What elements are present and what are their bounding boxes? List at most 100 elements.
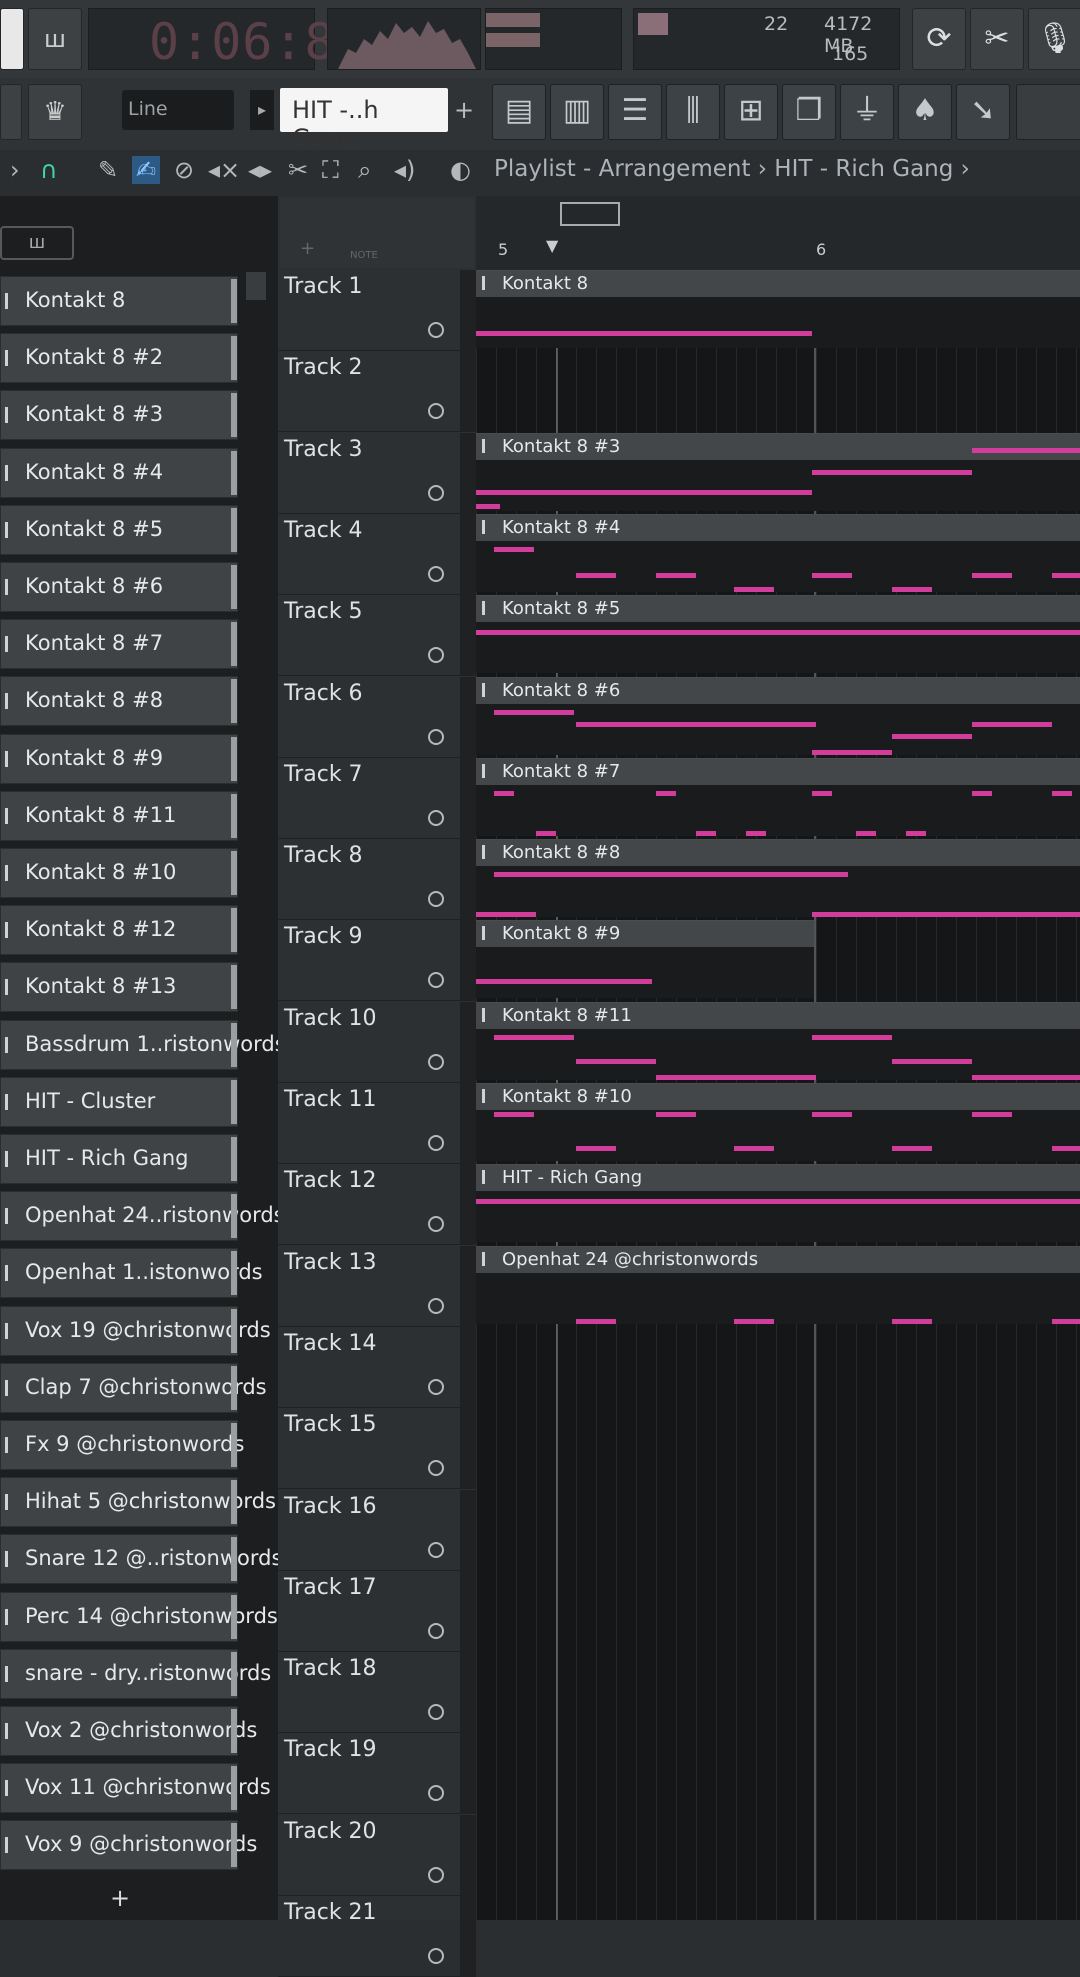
channel-selector[interactable] <box>231 1365 237 1410</box>
clip-header[interactable]: Kontakt 8 #10 <box>476 1084 1080 1110</box>
channel-27[interactable]: Vox 11 @christonwords <box>0 1763 271 1814</box>
channel-selector[interactable] <box>231 1766 237 1811</box>
track-header-14[interactable]: Track 14 <box>278 1326 476 1408</box>
pattern-clip[interactable]: Kontakt 8 #7 <box>476 757 1080 836</box>
pattern-clip[interactable]: Openhat 24 @christonwords <box>476 1245 1080 1324</box>
track-header-10[interactable]: Track 10 <box>278 1001 476 1083</box>
channel-selector[interactable] <box>231 1651 237 1696</box>
pattern-selector[interactable]: HIT -..h Gang <box>280 88 448 152</box>
channel-selector[interactable] <box>231 1480 237 1525</box>
export-icon[interactable]: ➘ <box>956 84 1010 140</box>
channel-selector[interactable] <box>231 336 237 381</box>
clip-header[interactable]: Kontakt 8 #6 <box>476 677 1080 704</box>
track-header-16[interactable]: Track 16 <box>278 1489 476 1571</box>
track-knob-icon[interactable] <box>428 809 444 826</box>
pattern-clip[interactable]: Kontakt 8 #4 <box>476 513 1080 592</box>
track-knob-icon[interactable] <box>428 1053 444 1070</box>
playlist-options-icon[interactable]: ◐ <box>450 156 471 184</box>
pencil-tool-icon[interactable]: ✎ <box>98 156 118 184</box>
track-header-9[interactable]: Track 9 <box>278 920 476 1002</box>
track-knob-icon[interactable] <box>428 647 444 664</box>
track-header-17[interactable]: Track 17 <box>278 1570 476 1652</box>
channel-selector[interactable] <box>231 851 237 895</box>
add-track-icon[interactable]: + <box>300 238 315 259</box>
plugin-icon[interactable]: ⏚ <box>840 84 894 140</box>
channel-9[interactable]: Kontakt 8 #9 <box>0 733 238 784</box>
track-header-7[interactable]: Track 7 <box>278 757 476 839</box>
channel-11[interactable]: Kontakt 8 #10 <box>0 848 238 898</box>
channel-selector[interactable] <box>231 1022 237 1067</box>
channel-selector[interactable] <box>231 1594 237 1639</box>
channel-selector[interactable] <box>231 793 237 838</box>
pencil-icon[interactable] <box>0 84 22 140</box>
clip-header[interactable]: Openhat 24 @christonwords <box>476 1246 1080 1273</box>
track-knob-icon[interactable] <box>428 1948 444 1964</box>
paint-tool-icon[interactable]: ✍ <box>132 156 161 184</box>
mixer-icon[interactable]: ⫼ <box>666 84 720 140</box>
pattern-prev-icon[interactable]: ▸ <box>250 90 274 130</box>
channel-5[interactable]: Kontakt 8 #5 <box>0 504 238 555</box>
tempo-icon[interactable]: ♠ <box>898 84 952 140</box>
track-knob-icon[interactable] <box>428 1866 444 1883</box>
select-tool-icon[interactable]: ⛶ <box>322 156 339 184</box>
pattern-clip[interactable]: Kontakt 8 #8 <box>476 839 1080 918</box>
clip-menu-icon[interactable] <box>482 682 492 697</box>
channel-15[interactable]: HIT - Cluster <box>0 1076 238 1127</box>
mute-tool-icon[interactable]: ◂× <box>208 156 240 184</box>
clip-menu-icon[interactable] <box>482 926 492 941</box>
clip-menu-icon[interactable] <box>482 763 492 778</box>
clip-header[interactable]: Kontakt 8 #11 <box>476 1002 1080 1029</box>
timeline-ruler[interactable]: 5 6 ▼ <box>476 196 1080 270</box>
channel-19[interactable]: Vox 19 @christonwords <box>0 1305 271 1356</box>
add-channel-icon[interactable]: + <box>110 1884 130 1912</box>
channel-selector[interactable] <box>231 1423 237 1467</box>
channel-8[interactable]: Kontakt 8 #8 <box>0 676 238 727</box>
track-header-5[interactable]: Track 5 <box>278 595 476 677</box>
channel-selector[interactable] <box>231 565 237 609</box>
track-knob-icon[interactable] <box>428 1460 444 1477</box>
clip-menu-icon[interactable] <box>482 519 492 534</box>
cut-icon[interactable]: ✂ <box>970 8 1024 70</box>
channel-selector[interactable] <box>231 507 237 552</box>
channel-24[interactable]: Perc 14 @christonwords <box>0 1591 278 1642</box>
rack-scroll-handle[interactable] <box>246 272 266 300</box>
magnet-icon[interactable]: ∩ <box>40 156 58 184</box>
add-pattern-icon[interactable]: + <box>452 90 476 130</box>
zoom-tool-icon[interactable]: ⌕ <box>358 156 371 184</box>
clipboard-icon[interactable]: ❐ <box>782 84 836 140</box>
channel-17[interactable]: Openhat 24..ristonwords <box>0 1191 285 1242</box>
track-header-15[interactable]: Track 15 <box>278 1408 476 1490</box>
track-knob-icon[interactable] <box>428 1541 444 1558</box>
channel-selector[interactable] <box>231 1251 237 1296</box>
track-header-12[interactable]: Track 12 <box>278 1164 476 1246</box>
channel-10[interactable]: Kontakt 8 #11 <box>0 790 238 841</box>
hat-icon[interactable]: ♛ <box>28 84 82 140</box>
track-knob-icon[interactable] <box>428 1216 444 1233</box>
clip-header[interactable]: Kontakt 8 <box>476 271 1080 297</box>
time-display[interactable]: 0:06:84 <box>88 8 366 71</box>
add-icon[interactable] <box>0 8 24 70</box>
channel-14[interactable]: Bassdrum 1..ristonwords <box>0 1019 286 1070</box>
channel-18[interactable]: Openhat 1..istonwords <box>0 1248 263 1299</box>
channel-25[interactable]: snare - dry..ristonwords <box>0 1648 271 1699</box>
channel-selector[interactable] <box>231 908 237 953</box>
clip-header[interactable]: Kontakt 8 #5 <box>476 596 1080 623</box>
track-header-1[interactable]: Track 1 <box>278 270 476 351</box>
track-knob-icon[interactable] <box>428 728 444 745</box>
clip-menu-icon[interactable] <box>482 845 492 860</box>
record-mode-icon[interactable]: ш <box>28 8 82 70</box>
channel-selector[interactable] <box>231 1823 237 1868</box>
record-icon[interactable] <box>1016 84 1080 140</box>
microphone-icon[interactable]: 🎙 <box>1028 8 1080 70</box>
channel-28[interactable]: Vox 9 @christonwords <box>0 1820 257 1871</box>
playhead-marker-icon[interactable]: ▼ <box>546 236 558 255</box>
channel-4[interactable]: Kontakt 8 #4 <box>0 447 238 498</box>
track-header-3[interactable]: Track 3 <box>278 432 476 514</box>
track-knob-icon[interactable] <box>428 1622 444 1639</box>
track-knob-icon[interactable] <box>428 322 444 338</box>
channel-selector[interactable] <box>231 1137 237 1181</box>
channel-selector[interactable] <box>231 393 237 438</box>
channel-7[interactable]: Kontakt 8 #7 <box>0 619 238 670</box>
clip-menu-icon[interactable] <box>482 1170 492 1185</box>
track-knob-icon[interactable] <box>428 972 444 989</box>
